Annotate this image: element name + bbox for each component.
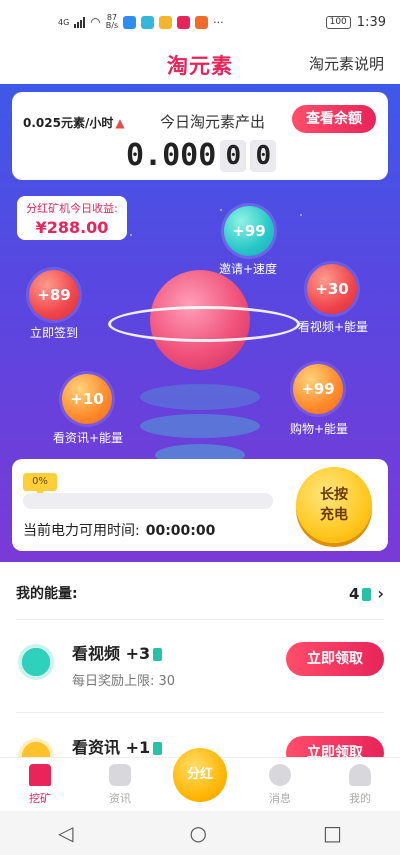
- power-time-value: 00:00:00: [145, 523, 216, 539]
- output-card: 0.025元素/小时 ▲ 今日淘元素产出 查看余额 0.000 0 0: [12, 92, 388, 180]
- money-bag-icon: 分红: [173, 748, 227, 802]
- power-progress-bar: [23, 493, 273, 509]
- shopping-caption: 购物+能量: [290, 422, 349, 436]
- document-icon: [109, 764, 131, 786]
- my-energy-row[interactable]: 我的能量: 4 ›: [16, 577, 384, 609]
- user-icon: [349, 764, 371, 786]
- net-speed: 87 B/s: [105, 13, 119, 30]
- mining-stage: 0.025元素/小时 ▲ 今日淘元素产出 查看余额 0.000 0 0 分红矿机今…: [0, 84, 400, 562]
- task-title: 看资讯 +1: [72, 734, 168, 758]
- invite-bubble[interactable]: +99: [224, 206, 274, 256]
- video-icon: [18, 644, 54, 680]
- long-press-charge-button[interactable]: 长按 充电: [296, 467, 372, 543]
- header: 淘元素 淘元素说明: [0, 44, 400, 84]
- planet-ring: [108, 306, 300, 342]
- amount-main: 0.000: [126, 138, 217, 173]
- view-balance-button[interactable]: 查看余额: [292, 105, 376, 133]
- chevron-right-icon: ›: [377, 583, 384, 603]
- battery-energy-icon: [153, 742, 163, 755]
- home-circle-icon[interactable]: ○: [190, 821, 207, 845]
- battery-icon: 100: [325, 15, 351, 29]
- system-nav-bar: ◁ ○ □: [0, 811, 400, 855]
- power-card: 0% 当前电力可用时间: 00:00:00 长按 充电: [12, 459, 388, 551]
- tab-news[interactable]: 资讯: [80, 758, 160, 811]
- checkin-bubble[interactable]: +89: [29, 270, 79, 320]
- back-icon[interactable]: ◁: [58, 821, 73, 845]
- watch-video-caption: 看视频+能量: [298, 320, 369, 334]
- earnings-label: 分红矿机今日收益:: [26, 202, 118, 215]
- output-rate: 0.025元素/小时 ▲: [23, 116, 125, 130]
- tab-mining[interactable]: 挖矿: [0, 758, 80, 811]
- energy-count: 4 ›: [348, 583, 384, 603]
- earnings-value: ¥288.00: [35, 218, 109, 237]
- claim-button[interactable]: 立即领取: [286, 642, 384, 676]
- amount-digit: 0: [220, 139, 247, 172]
- help-link[interactable]: 淘元素说明: [309, 53, 384, 74]
- tab-bar: 挖矿 资讯 分红 消息 我的: [0, 748, 400, 811]
- amount-digit: 0: [250, 139, 277, 172]
- app-notification-icon: [123, 15, 137, 29]
- home-icon: [29, 764, 51, 786]
- app-notification-icon: [195, 15, 209, 29]
- tab-messages[interactable]: 消息: [240, 758, 320, 811]
- output-title: 今日淘元素产出: [160, 113, 266, 131]
- checkin-caption: 立即签到: [30, 326, 79, 340]
- output-amount: 0.000 0 0: [126, 138, 277, 173]
- shopping-bubble[interactable]: +99: [293, 364, 343, 414]
- read-news-bubble[interactable]: +10: [62, 374, 112, 424]
- power-percent-tag: 0%: [23, 473, 57, 496]
- tab-profile[interactable]: 我的: [320, 758, 400, 811]
- network-type: 4G: [58, 17, 70, 27]
- task-title: 看视频 +3: [72, 640, 168, 664]
- recents-icon[interactable]: □: [323, 821, 342, 845]
- tab-dividend[interactable]: 分红: [160, 748, 240, 811]
- task-item: 看视频 +3 每日奖励上限: 30 立即领取: [0, 622, 400, 712]
- chat-icon: [269, 764, 291, 786]
- divider: [16, 619, 384, 620]
- battery-energy-icon: [153, 648, 163, 661]
- battery-energy-icon: [362, 587, 372, 601]
- planet-illustration: [108, 270, 300, 390]
- power-time: 当前电力可用时间: 00:00:00: [23, 520, 215, 540]
- watch-video-bubble[interactable]: +30: [307, 264, 357, 314]
- status-bar: 4G ◠ 87 B/s ··· 100 1:39: [0, 0, 400, 44]
- earnings-card: 分红矿机今日收益: ¥288.00: [17, 196, 127, 240]
- rocket-icon: ▲: [115, 116, 125, 130]
- power-time-label: 当前电力可用时间:: [23, 523, 140, 539]
- app-notification-icon: [141, 15, 155, 29]
- signal-icon: [74, 16, 86, 28]
- app-notification-icon: [177, 15, 191, 29]
- app-notification-icon: [159, 15, 173, 29]
- wifi-icon: ◠: [90, 15, 101, 29]
- more-notifications: ···: [213, 15, 224, 29]
- task-subtitle: 每日奖励上限: 30: [72, 674, 176, 689]
- status-right: 100 1:39: [325, 14, 386, 30]
- divider: [16, 712, 384, 713]
- my-energy-label: 我的能量:: [16, 586, 78, 602]
- read-news-caption: 看资讯+能量: [53, 431, 124, 445]
- clock: 1:39: [356, 14, 386, 30]
- status-icons: 4G ◠ 87 B/s ···: [58, 14, 224, 30]
